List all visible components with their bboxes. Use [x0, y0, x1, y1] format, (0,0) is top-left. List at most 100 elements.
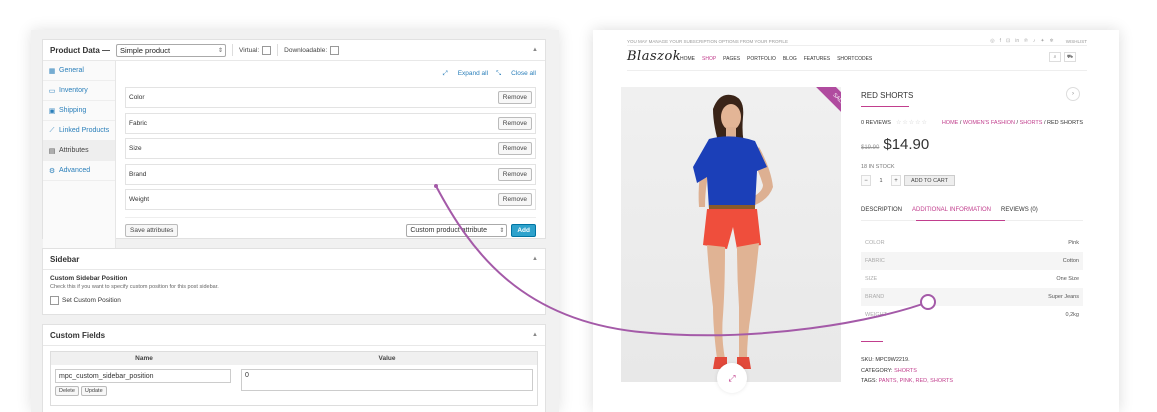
category-link[interactable]: SHORTS — [894, 368, 917, 374]
remove-button[interactable]: Remove — [497, 91, 532, 104]
table-row: BRAND Super Jeans — [861, 288, 1083, 306]
sidebar-title: Sidebar — [50, 254, 80, 264]
tab-shipping[interactable]: ▣ Shipping — [43, 101, 115, 121]
sku-value: MPC9W2219. — [875, 357, 910, 363]
tags-links[interactable]: PANTS, PINK, RED, SHORTS — [879, 378, 953, 384]
remove-button[interactable]: Remove — [497, 167, 532, 181]
category-label: CATEGORY: — [861, 367, 893, 374]
attribute-name: Brand — [129, 170, 147, 178]
expand-all-label: Expand all — [457, 70, 489, 77]
update-button[interactable]: Update — [80, 386, 107, 396]
attributes-icon: ▤ — [48, 147, 56, 155]
music-icon[interactable]: ♪ — [1033, 38, 1036, 44]
quantity-input[interactable]: 1 — [874, 175, 888, 186]
attribute-key: SIZE — [865, 276, 878, 282]
attribute-name: Weight — [129, 196, 150, 203]
breadcrumb-current: RED SHORTS — [1047, 119, 1083, 126]
delete-button[interactable]: Delete — [55, 386, 79, 396]
downloadable-checkbox[interactable] — [330, 45, 340, 55]
reviews-count[interactable]: 0 REVIEWS — [861, 120, 891, 126]
nav-shortcodes[interactable]: SHORTCODES — [837, 56, 872, 62]
tab-description[interactable]: DESCRIPTION — [861, 207, 902, 213]
col-name-header: Name — [135, 355, 153, 362]
attribute-key: COLOR — [865, 240, 885, 246]
divider — [277, 44, 279, 56]
attribute-row-brand[interactable]: Brand Remove — [125, 163, 536, 185]
product-title: RED SHORTS — [861, 90, 914, 100]
tab-advanced[interactable]: ⚙ Advanced — [43, 161, 115, 181]
virtual-checkbox[interactable] — [262, 45, 272, 55]
nav-home[interactable]: HOME — [680, 56, 695, 62]
rss-icon[interactable]: ✦ — [1040, 38, 1044, 44]
tab-label: Attributes — [59, 147, 89, 154]
save-attributes-button[interactable]: Save attributes — [125, 224, 179, 237]
search-icon[interactable]: ⌕ — [1049, 52, 1061, 62]
sidebar-field-title: Custom Sidebar Position — [50, 275, 128, 282]
add-to-cart-button[interactable]: ADD TO CART — [904, 175, 955, 186]
breadcrumb-home[interactable]: HOME — [942, 120, 959, 126]
product-tabs: DESCRIPTION ADDITIONAL INFORMATION REVIE… — [861, 203, 1083, 217]
custom-position-option[interactable]: Set Custom Position — [50, 296, 538, 305]
collapse-toggle-icon[interactable]: ▲ — [532, 332, 538, 338]
custom-position-checkbox[interactable] — [50, 296, 59, 305]
expand-icon[interactable]: ⤢ — [717, 363, 747, 393]
flickr-icon[interactable]: ⊡ — [1006, 38, 1010, 44]
wishlist-link[interactable]: WISHLIST — [1066, 39, 1087, 44]
expand-all-link[interactable]: ⤢ Expand all — [443, 70, 488, 78]
breadcrumb-womens-fashion[interactable]: WOMEN'S FASHION — [963, 120, 1015, 126]
product-image[interactable]: SALE! — [621, 87, 841, 382]
custom-field-name-input[interactable]: mpc_custom_sidebar_position — [55, 369, 231, 383]
twitter-icon[interactable]: ❄ — [1050, 38, 1054, 44]
attribute-row-weight[interactable]: Weight Remove — [125, 189, 536, 210]
collapse-toggle-icon[interactable]: ▲ — [532, 47, 538, 53]
next-product-button[interactable]: › — [1066, 87, 1080, 101]
product-type-value: Simple product — [120, 45, 171, 55]
breadcrumb-shorts[interactable]: SHORTS — [1020, 120, 1043, 126]
store-logo[interactable]: Blaszok — [627, 49, 681, 64]
inventory-icon: ▭ — [48, 87, 56, 95]
add-attribute-button[interactable]: Add — [511, 224, 536, 237]
tab-linked-products[interactable]: ⟋ Linked Products — [43, 121, 115, 141]
nav-shop[interactable]: SHOP — [702, 56, 716, 62]
tab-attributes[interactable]: ▤ Attributes — [43, 141, 115, 161]
remove-button[interactable]: Remove — [497, 193, 532, 206]
table-row: FABRIC Cotton — [861, 252, 1083, 270]
decrease-qty-button[interactable]: − — [861, 175, 871, 186]
attribute-key: BRAND — [865, 294, 885, 300]
category-line: CATEGORY: SHORTS — [861, 366, 1083, 377]
remove-button[interactable]: Remove — [497, 116, 532, 130]
custom-field-value-textarea[interactable]: 0 — [241, 369, 533, 391]
row-actions: Delete Update — [55, 386, 241, 396]
product-type-select[interactable]: Simple product ⇕ — [116, 43, 227, 57]
attribute-row-fabric[interactable]: Fabric Remove — [125, 112, 536, 134]
nav-portfolio[interactable]: PORTFOLIO — [747, 56, 776, 62]
downloadable-label: Downloadable: — [284, 46, 328, 54]
tab-general[interactable]: ▦ General — [43, 61, 115, 81]
remove-button[interactable]: Remove — [497, 142, 532, 155]
product-data-title: Product Data — — [50, 45, 111, 55]
sku-line: SKU: MPC9W2219. — [861, 355, 1083, 366]
nav-blog[interactable]: BLOG — [783, 56, 797, 62]
model-illustration — [693, 94, 773, 369]
tab-reviews[interactable]: REVIEWS (0) — [1001, 207, 1038, 213]
title-underline — [861, 106, 909, 107]
nav-pages[interactable]: PAGES — [723, 56, 740, 62]
custom-attribute-select[interactable]: Custom product attribute ⇕ — [406, 224, 508, 237]
tab-additional-information[interactable]: ADDITIONAL INFORMATION — [912, 207, 991, 213]
attribute-row-size[interactable]: Size Remove — [125, 138, 536, 159]
cart-icon[interactable]: ⛟ — [1064, 52, 1076, 62]
collapse-toggle-icon[interactable]: ▲ — [532, 256, 538, 262]
attribute-row-color[interactable]: Color Remove — [125, 87, 536, 108]
nav-features[interactable]: FEATURES — [804, 56, 830, 62]
product-data-body: ▦ General ▭ Inventory ▣ Shipping ⟋ Linked Pr… — [43, 61, 545, 251]
close-all-link[interactable]: ⤡ Close all — [496, 70, 536, 78]
sku-label: SKU: — [861, 357, 874, 363]
facebook-icon[interactable]: f — [1000, 38, 1001, 44]
pinterest-icon[interactable]: ℗ — [1024, 38, 1028, 44]
custom-fields-body: Name Value mpc_custom_sidebar_position D… — [43, 346, 545, 411]
dribbble-icon[interactable]: ◎ — [990, 38, 994, 44]
tab-inventory[interactable]: ▭ Inventory — [43, 81, 115, 101]
tab-label: Inventory — [59, 87, 88, 94]
linkedin-icon[interactable]: in — [1015, 38, 1019, 44]
increase-qty-button[interactable]: + — [891, 175, 901, 186]
